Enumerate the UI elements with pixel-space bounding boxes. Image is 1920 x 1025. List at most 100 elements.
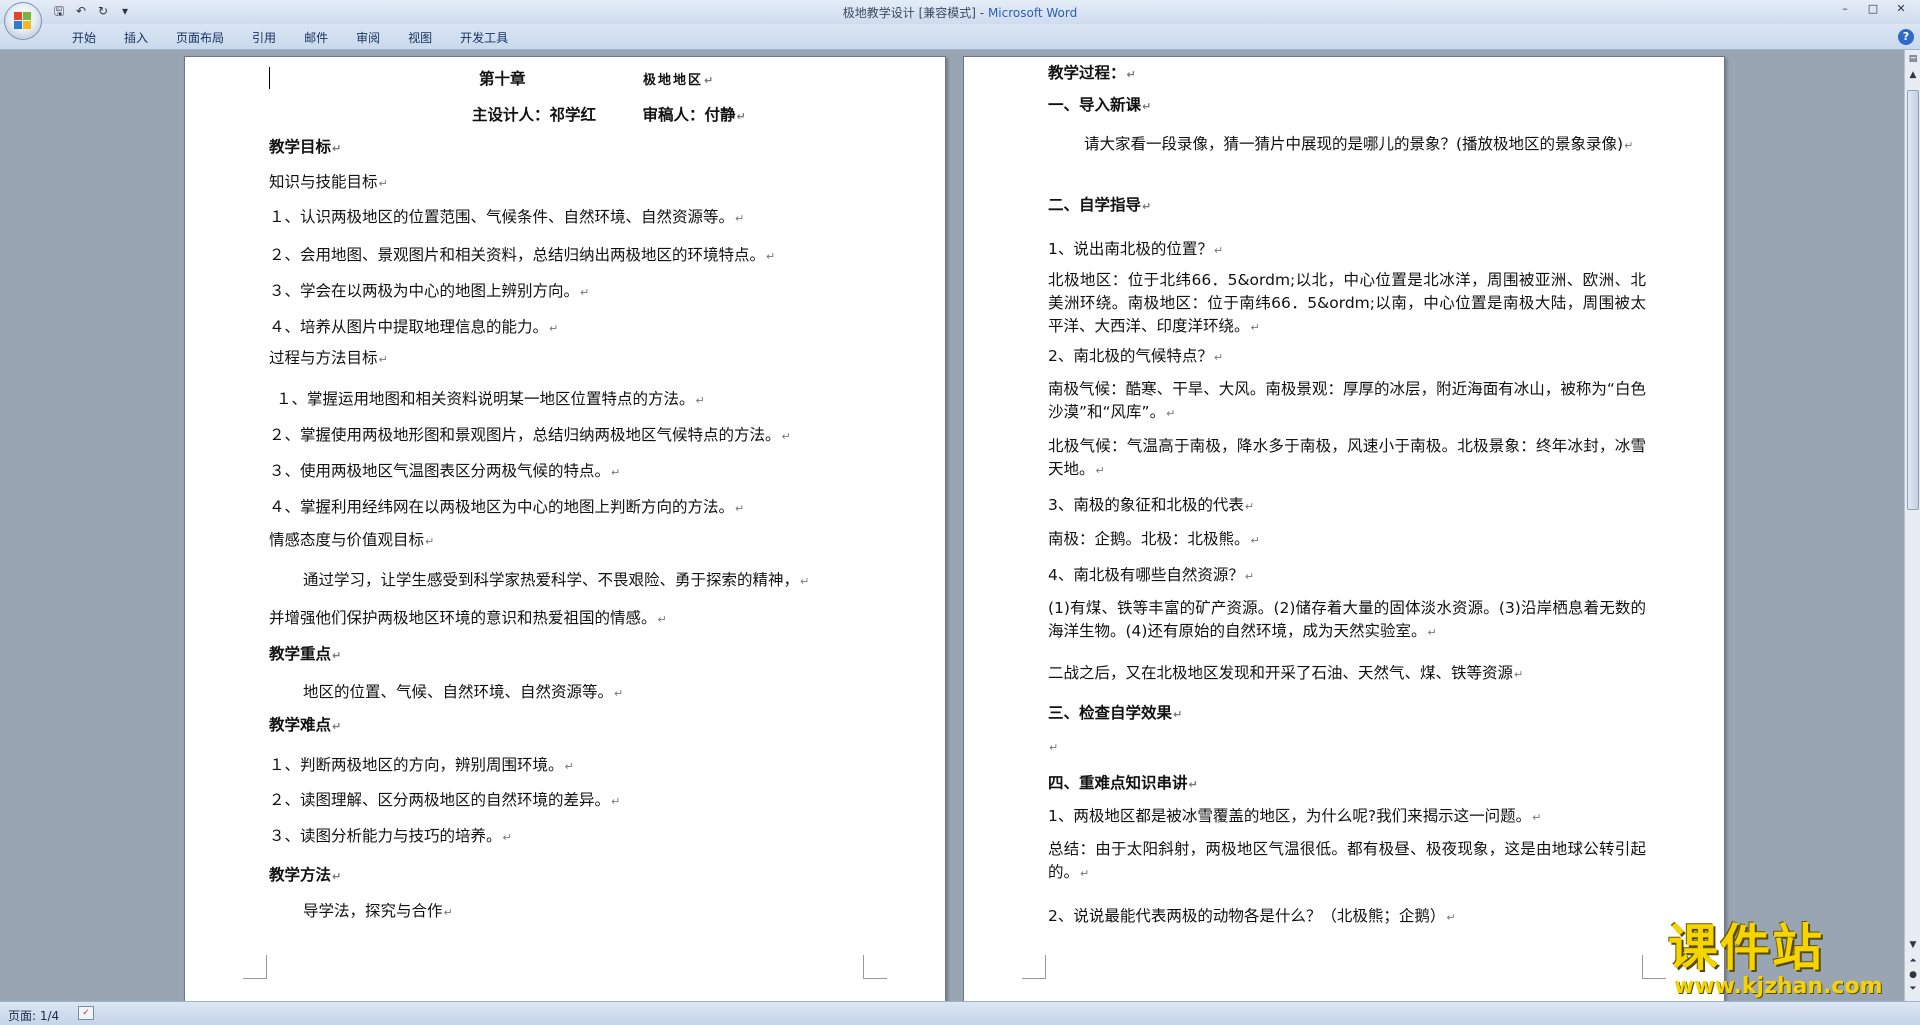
- section-heading: 四、重难点知识串讲↵: [1048, 774, 1198, 792]
- window-title: 极地教学设计 [兼容模式] - Microsoft Word: [842, 6, 1078, 20]
- document-paragraph: 2、说说最能代表两极的动物各是什么？（北极熊；企鹅）↵: [1048, 907, 1456, 925]
- minimize-button[interactable]: –: [1832, 0, 1858, 18]
- paragraph-mark-icon: ↵: [1244, 500, 1255, 513]
- paragraph-mark-icon: ↵: [564, 760, 574, 773]
- section-heading: 教学方法↵: [269, 866, 342, 884]
- document-paragraph: 1、两极地区都是被冰雪覆盖的地区，为什么呢?我们来揭示这一问题。↵: [1048, 807, 1542, 825]
- close-button[interactable]: ✕: [1888, 0, 1914, 18]
- paragraph-mark-icon: ↵: [657, 613, 667, 626]
- document-paragraph: 请大家看一段录像，猜一猜片中展现的是哪儿的景象？(播放极地区的景象录像)↵: [1084, 135, 1634, 153]
- document-page-1[interactable]: 第十章 极地地区↵ 主设计人：祁学红 审稿人：付静↵ 教学目标↵ 知识与技能目标↵…: [184, 56, 946, 1001]
- paragraph-mark-icon: ↵: [1188, 778, 1198, 791]
- next-page-icon[interactable]: ⏷: [1906, 982, 1920, 996]
- paragraph-mark-icon: ↵: [1514, 668, 1524, 681]
- document-paragraph: 北极气候：气温高于南极，降水多于南极，风速小于南极。北极景象：终年冰封，冰雪天地…: [1048, 437, 1646, 478]
- document-line: 情感态度与价值观目标↵: [269, 531, 435, 549]
- crop-mark: [243, 955, 267, 979]
- document-line: 通过学习，让学生感受到科学家热爱科学、不畏艰险、勇于探索的精神，↵: [303, 571, 810, 589]
- document-line: １、认识两极地区的位置范围、气候条件、自然环境、自然资源等。↵: [269, 208, 745, 226]
- previous-page-icon[interactable]: ⏶: [1906, 954, 1920, 968]
- paragraph-mark-icon: ↵: [1213, 351, 1224, 364]
- document-paragraph: 2、南北极的气候特点？↵: [1048, 347, 1224, 365]
- paragraph-mark-icon: ↵: [611, 466, 621, 479]
- tab-references[interactable]: 引用: [238, 29, 290, 47]
- help-icon[interactable]: ?: [1898, 29, 1914, 45]
- ruler-toggle-icon[interactable]: ▤: [1906, 52, 1920, 66]
- tab-home[interactable]: 开始: [58, 29, 110, 47]
- paragraph-mark-icon: ↵: [1213, 244, 1224, 257]
- paragraph-mark-icon: ↵: [332, 720, 342, 733]
- crop-mark: [1022, 955, 1046, 979]
- paragraph-mark-icon: ↵: [1126, 68, 1136, 81]
- document-page-2[interactable]: 教学过程：↵ 一、导入新课↵ 请大家看一段录像，猜一猜片中展现的是哪儿的景象？(播放…: [963, 56, 1725, 1001]
- document-line: ２、掌握使用两极地形图和景观图片，总结归纳两极地区气候特点的方法。↵: [269, 426, 791, 444]
- section-heading: 教学目标↵: [269, 138, 342, 156]
- document-line: ３、读图分析能力与技巧的培养。↵: [269, 827, 512, 845]
- paragraph-mark-icon: ↵: [1427, 626, 1437, 639]
- ribbon-tabs: 开始 插入 页面布局 引用 邮件 审阅 视图 开发工具 ?: [0, 24, 1920, 50]
- paragraph-mark-icon: ↵: [766, 250, 776, 263]
- document-paragraph: ↵: [1048, 737, 1058, 755]
- document-line: １、掌握运用地图和相关资料说明某一地区位置特点的方法。↵: [276, 390, 705, 408]
- document-area[interactable]: 第十章 极地地区↵ 主设计人：祁学红 审稿人：付静↵ 教学目标↵ 知识与技能目标↵…: [0, 50, 1904, 1001]
- paragraph-mark-icon: ↵: [1080, 867, 1090, 880]
- maximize-button[interactable]: □: [1860, 0, 1886, 18]
- document-paragraph: 总结：由于太阳斜射，两极地区气温很低。都有极昼、极夜现象，这是由地球公转引起的。…: [1048, 840, 1646, 881]
- document-paragraph: 南极：企鹅。北极：北极熊。↵: [1048, 530, 1260, 548]
- watermark-name: 课件站: [1668, 919, 1824, 977]
- chapter-title: 极地地区↵: [643, 73, 716, 88]
- tab-page-layout[interactable]: 页面布局: [162, 29, 238, 47]
- document-line: 导学法，探究与合作↵: [303, 902, 453, 920]
- vertical-scrollbar[interactable]: ▤ ▲ ▼ ⏶ ● ⏷: [1904, 50, 1920, 1001]
- document-line: 并增强他们保护两极地区环境的意识和热爱祖国的情感。↵: [269, 609, 667, 627]
- paragraph-mark-icon: ↵: [1142, 200, 1152, 213]
- paragraph-mark-icon: ↵: [735, 212, 745, 225]
- scroll-up-icon[interactable]: ▲: [1906, 68, 1920, 82]
- browse-object-icon[interactable]: ●: [1906, 968, 1920, 982]
- tab-view[interactable]: 视图: [394, 29, 446, 47]
- paragraph-mark-icon: ↵: [1446, 911, 1456, 924]
- paragraph-mark-icon: ↵: [549, 322, 559, 335]
- tab-developer[interactable]: 开发工具: [446, 29, 522, 47]
- paragraph-mark-icon: ↵: [1173, 708, 1183, 721]
- paragraph-mark-icon: ↵: [425, 535, 435, 548]
- document-paragraph: 北极地区：位于北纬66．5&ordm;以北，中心位置是北冰洋，周围被亚洲、欧洲、…: [1048, 271, 1646, 335]
- paragraph-mark-icon: ↵: [443, 906, 453, 919]
- paragraph-mark-icon: ↵: [614, 687, 624, 700]
- office-button[interactable]: [4, 2, 42, 40]
- document-paragraph: 3、南极的象征和北极的代表↵: [1048, 496, 1255, 514]
- section-heading: 一、导入新课↵: [1048, 96, 1152, 114]
- paragraph-mark-icon: ↵: [378, 353, 388, 366]
- document-line: 地区的位置、气候、自然环境、自然资源等。↵: [303, 683, 624, 701]
- paragraph-mark-icon: ↵: [611, 795, 621, 808]
- document-line: ４、培养从图片中提取地理信息的能力。↵: [269, 318, 559, 336]
- paragraph-mark-icon: ↵: [1250, 321, 1260, 334]
- document-line: ２、会用地图、景观图片和相关资料，总结归纳出两极地区的环境特点。↵: [269, 246, 776, 264]
- page-count[interactable]: 页面: 1/4: [8, 1007, 59, 1024]
- status-bar: 页面: 1/4 ✓: [0, 1001, 1920, 1025]
- paragraph-mark-icon: ↵: [332, 870, 342, 883]
- paragraph-mark-icon: ↵: [332, 142, 342, 155]
- document-paragraph: 二战之后，又在北极地区发现和开采了石油、天然气、煤、铁等资源↵: [1048, 664, 1524, 682]
- crop-mark: [1642, 955, 1666, 979]
- paragraph-mark-icon: ↵: [735, 502, 745, 515]
- section-heading: 三、检查自学效果↵: [1048, 704, 1183, 722]
- chapter-heading: 第十章: [479, 70, 526, 88]
- document-paragraph: (1)有煤、铁等丰富的矿产资源。(2)储存着大量的固体淡水资源。(3)沿岸栖息着…: [1048, 599, 1646, 640]
- section-heading: 教学重点↵: [269, 645, 342, 663]
- tab-review[interactable]: 审阅: [342, 29, 394, 47]
- proofing-icon[interactable]: ✓: [78, 1006, 94, 1020]
- scroll-down-icon[interactable]: ▼: [1906, 938, 1920, 952]
- scrollbar-thumb[interactable]: [1907, 90, 1919, 510]
- section-heading: 二、自学指导↵: [1048, 196, 1152, 214]
- document-paragraph: 1、说出南北极的位置？↵: [1048, 240, 1224, 258]
- tab-mailings[interactable]: 邮件: [290, 29, 342, 47]
- document-line: ４、掌握利用经纬网在以两极地区为中心的地图上判断方向的方法。↵: [269, 498, 745, 516]
- crop-mark: [863, 955, 887, 979]
- document-line: 知识与技能目标↵: [269, 173, 388, 191]
- document-line: ３、学会在以两极为中心的地图上辨别方向。↵: [269, 282, 590, 300]
- title-bar: 🖫 ↶ ↻ ▾ 极地教学设计 [兼容模式] - Microsoft Word –…: [0, 0, 1920, 40]
- tab-insert[interactable]: 插入: [110, 29, 162, 47]
- watermark-logo: 课件站 www.kjzhan.com: [1668, 920, 1904, 1000]
- window-controls: – □ ✕: [1832, 0, 1914, 18]
